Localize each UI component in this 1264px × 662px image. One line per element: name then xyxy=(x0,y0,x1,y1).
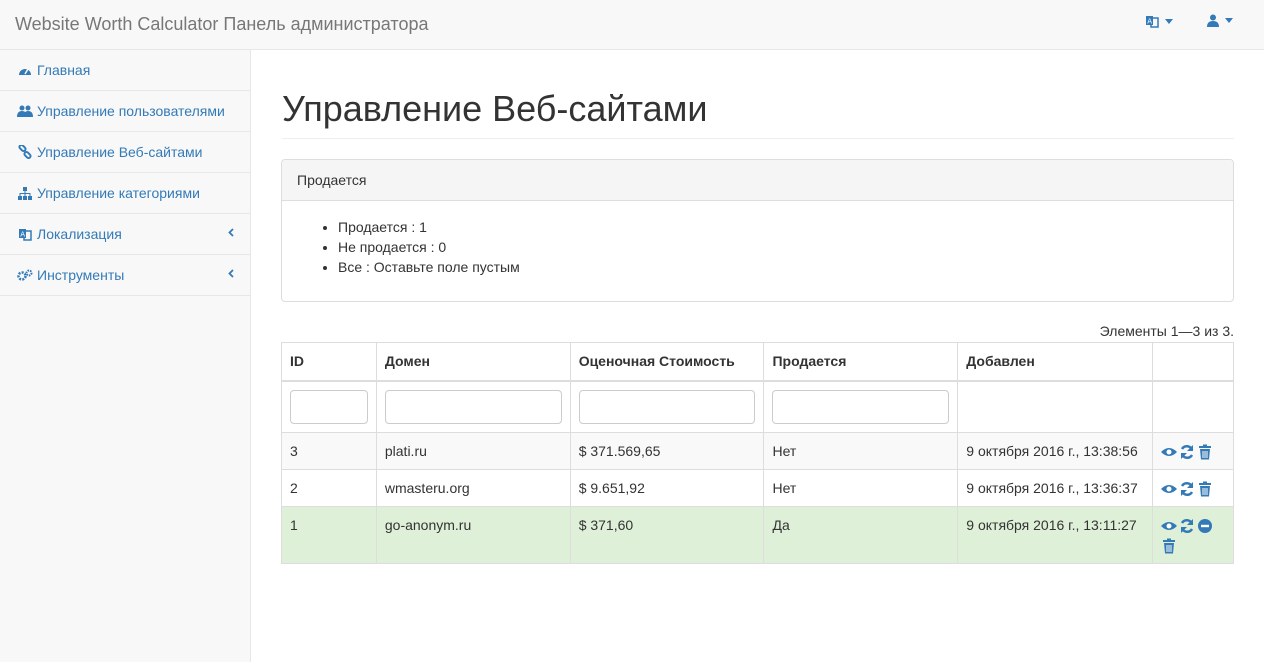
websites-table: ID Домен Оценочная Стоимость Продается Д… xyxy=(281,342,1234,564)
filter-sale-input[interactable] xyxy=(772,389,950,424)
link-icon xyxy=(17,145,33,159)
sitemap-icon xyxy=(17,186,33,200)
cell-value: $ 9.651,92 xyxy=(569,468,765,507)
sidebar: Главная Управление пользователями Управл… xyxy=(0,50,251,662)
sidebar-item-label: Управление категориями xyxy=(37,185,200,201)
title-divider xyxy=(282,138,1234,139)
sidebar-item-categories[interactable]: Управление категориями xyxy=(0,173,250,214)
cell-value: $ 371.569,65 xyxy=(569,431,765,470)
cell-sale: Нет xyxy=(763,468,959,507)
tools-icon xyxy=(17,268,33,282)
table-row: 2 wmasteru.org $ 9.651,92 Нет 9 октября … xyxy=(281,468,1234,507)
trash-icon[interactable] xyxy=(1197,444,1213,460)
sidebar-item-websites[interactable]: Управление Веб-сайтами xyxy=(0,132,250,173)
filter-value-input[interactable] xyxy=(578,389,756,424)
minus-circle-icon[interactable] xyxy=(1197,518,1213,534)
top-navbar: Website Worth Calculator Панель админист… xyxy=(0,0,1264,50)
cell-id: 2 xyxy=(281,468,377,507)
sidebar-item-localization[interactable]: A Локализация xyxy=(0,214,250,255)
filter-row xyxy=(281,380,1234,433)
trash-icon[interactable] xyxy=(1161,538,1177,554)
page-title: Управление Веб-сайтами xyxy=(282,88,708,129)
trash-icon[interactable] xyxy=(1197,481,1213,497)
cell-id: 3 xyxy=(281,431,377,470)
cell-sale: Нет xyxy=(763,431,959,470)
column-header-domain[interactable]: Домен xyxy=(375,342,571,382)
sidebar-item-label: Инструменты xyxy=(37,267,125,283)
chevron-left-icon xyxy=(228,269,234,278)
list-item: Продается : 1 xyxy=(338,217,1233,237)
cell-added: 9 октября 2016 г., 13:36:37 xyxy=(957,468,1154,507)
sidebar-item-label: Главная xyxy=(37,62,91,78)
cell-value: $ 371,60 xyxy=(569,505,765,564)
user-menu[interactable] xyxy=(1207,14,1233,27)
eye-icon[interactable] xyxy=(1161,518,1178,534)
column-header-actions xyxy=(1152,342,1234,382)
eye-icon[interactable] xyxy=(1161,481,1178,497)
user-icon xyxy=(1207,14,1219,27)
svg-text:A: A xyxy=(20,231,25,239)
list-item: Не продается : 0 xyxy=(338,237,1233,257)
chevron-down-icon xyxy=(1165,18,1173,24)
info-panel: Продается Продается : 1 Не продается : 0… xyxy=(281,159,1234,302)
column-header-sale[interactable]: Продается xyxy=(763,342,959,382)
list-item: Все : Оставьте поле пустым xyxy=(338,257,1233,277)
cell-domain: go-anonym.ru xyxy=(375,505,571,564)
sidebar-item-label: Локализация xyxy=(37,226,122,242)
row-actions xyxy=(1152,431,1234,470)
refresh-icon[interactable] xyxy=(1179,481,1195,497)
sidebar-item-label: Управление пользователями xyxy=(37,103,225,119)
panel-heading: Продается xyxy=(282,160,1233,201)
table-header-row: ID Домен Оценочная Стоимость Продается Д… xyxy=(281,342,1234,382)
table-row: 3 plati.ru $ 371.569,65 Нет 9 октября 20… xyxy=(281,431,1234,470)
sidebar-item-home[interactable]: Главная xyxy=(0,50,250,91)
chevron-down-icon xyxy=(1225,18,1233,23)
filter-id-input[interactable] xyxy=(290,389,368,424)
table-row: 1 go-anonym.ru $ 371,60 Да 9 октября 201… xyxy=(281,505,1234,564)
language-icon: A xyxy=(17,227,33,241)
cell-added: 9 октября 2016 г., 13:11:27 xyxy=(957,505,1154,564)
column-header-value[interactable]: Оценочная Стоимость xyxy=(569,342,765,382)
brand-title[interactable]: Website Worth Calculator Панель админист… xyxy=(15,0,428,48)
sidebar-item-tools[interactable]: Инструменты xyxy=(0,255,250,296)
column-header-added[interactable]: Добавлен xyxy=(957,342,1154,382)
items-summary: Элементы 1—3 из 3. xyxy=(1099,323,1234,339)
row-actions xyxy=(1152,505,1234,564)
language-icon: A xyxy=(1146,16,1159,28)
eye-icon[interactable] xyxy=(1161,444,1178,460)
users-icon xyxy=(17,104,33,118)
cell-domain: wmasteru.org xyxy=(375,468,571,507)
row-actions xyxy=(1152,468,1234,507)
panel-list: Продается : 1 Не продается : 0 Все : Ост… xyxy=(282,201,1233,277)
refresh-icon[interactable] xyxy=(1179,444,1195,460)
chevron-left-icon xyxy=(228,228,234,237)
cell-sale: Да xyxy=(763,505,959,564)
sidebar-item-label: Управление Веб-сайтами xyxy=(37,144,203,160)
column-header-id[interactable]: ID xyxy=(281,342,377,382)
sidebar-item-users[interactable]: Управление пользователями xyxy=(0,91,250,132)
dashboard-icon xyxy=(17,63,33,77)
cell-id: 1 xyxy=(281,505,377,564)
cell-added: 9 октября 2016 г., 13:38:56 xyxy=(957,431,1154,470)
filter-domain-input[interactable] xyxy=(384,389,562,424)
svg-text:A: A xyxy=(1147,18,1152,26)
cell-domain: plati.ru xyxy=(375,431,571,470)
refresh-icon[interactable] xyxy=(1179,518,1195,534)
language-menu[interactable]: A xyxy=(1145,14,1173,28)
